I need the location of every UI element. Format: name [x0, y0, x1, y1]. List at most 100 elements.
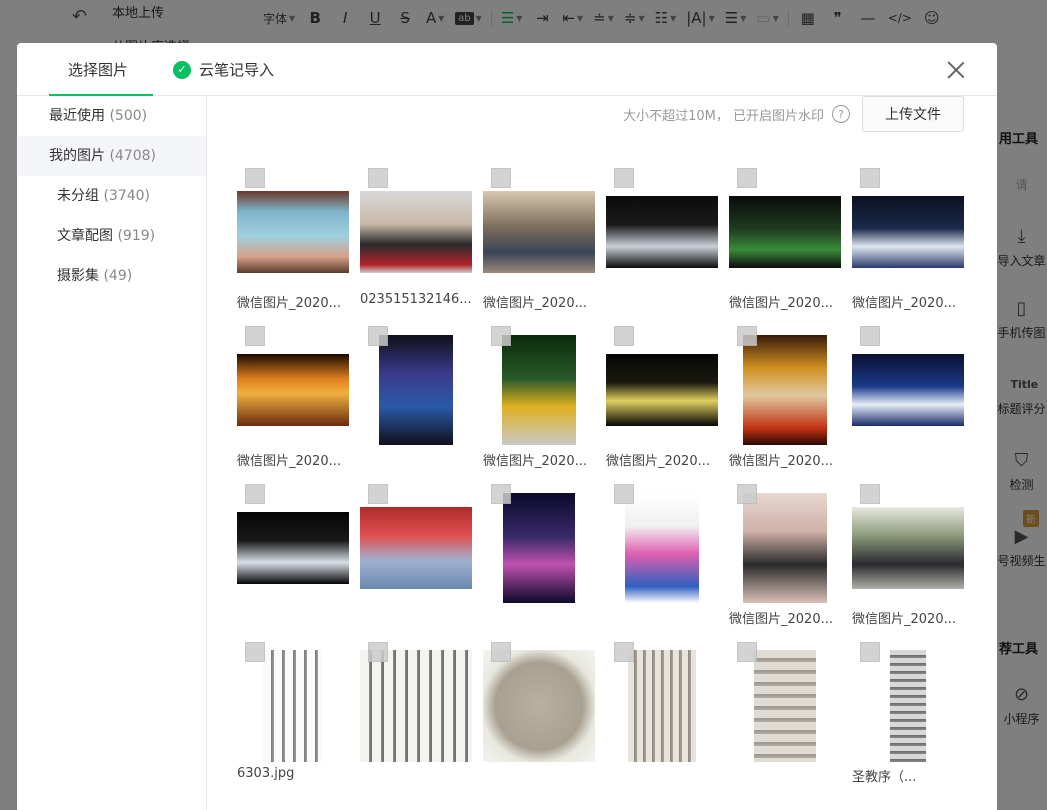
select-checkbox[interactable] — [737, 326, 757, 346]
image-card[interactable] — [237, 484, 349, 632]
select-checkbox[interactable] — [737, 168, 757, 188]
image-caption: 微信图片_2020... — [237, 454, 341, 469]
image-preview — [743, 493, 827, 603]
image-thumbnail[interactable] — [483, 492, 595, 604]
select-checkbox[interactable] — [614, 642, 634, 662]
image-card[interactable] — [360, 642, 472, 790]
image-caption: 微信图片_2020... — [237, 296, 341, 311]
image-card[interactable]: 微信图片_2020... — [237, 168, 349, 316]
select-checkbox[interactable] — [491, 484, 511, 504]
image-preview — [237, 354, 349, 426]
sidebar-item[interactable]: 最近使用 (500) — [17, 96, 206, 136]
image-thumbnail[interactable] — [729, 176, 841, 288]
image-card[interactable]: 微信图片_2020... — [729, 326, 841, 474]
image-thumbnail[interactable] — [360, 492, 472, 604]
image-preview — [360, 191, 472, 273]
image-thumbnail[interactable] — [483, 176, 595, 288]
select-checkbox[interactable] — [614, 484, 634, 504]
image-card[interactable] — [606, 484, 718, 632]
image-thumbnail[interactable] — [360, 176, 472, 288]
image-card[interactable] — [852, 326, 964, 474]
select-checkbox[interactable] — [491, 326, 511, 346]
image-preview — [852, 354, 964, 426]
image-card[interactable]: 微信图片_2020... — [729, 168, 841, 316]
image-card[interactable]: 微信图片_2020... — [237, 326, 349, 474]
image-preview — [263, 650, 323, 762]
select-checkbox[interactable] — [614, 326, 634, 346]
image-thumbnail[interactable] — [237, 334, 349, 446]
help-icon[interactable]: ? — [832, 105, 850, 123]
image-card[interactable] — [483, 642, 595, 790]
image-card[interactable] — [729, 642, 841, 790]
select-checkbox[interactable] — [368, 484, 388, 504]
image-preview — [754, 650, 816, 762]
image-card[interactable]: 微信图片_2020... — [852, 168, 964, 316]
select-checkbox[interactable] — [245, 168, 265, 188]
image-preview — [483, 191, 595, 273]
image-card[interactable] — [360, 326, 472, 474]
image-thumbnail[interactable] — [729, 492, 841, 604]
select-checkbox[interactable] — [368, 642, 388, 662]
select-checkbox[interactable] — [245, 484, 265, 504]
image-thumbnail[interactable] — [483, 650, 595, 762]
image-card[interactable]: 圣教序（... — [852, 642, 964, 790]
image-thumbnail[interactable] — [606, 650, 718, 762]
upload-file-button[interactable]: 上传文件 — [862, 96, 964, 132]
image-thumbnail[interactable] — [729, 650, 841, 762]
cloud-note-icon: ✓ — [173, 60, 191, 79]
image-preview — [890, 650, 926, 762]
sidebar-item[interactable]: 摄影集 (49) — [17, 256, 206, 296]
image-thumbnail[interactable] — [360, 334, 472, 446]
tab-cloud-note-import[interactable]: ✓ 云笔记导入 — [173, 43, 274, 96]
image-card[interactable]: 6303.jpg — [237, 642, 349, 790]
select-checkbox[interactable] — [368, 168, 388, 188]
select-checkbox[interactable] — [614, 168, 634, 188]
select-checkbox[interactable] — [860, 326, 880, 346]
sidebar-item[interactable]: 我的图片 (4708) — [17, 136, 206, 176]
sidebar-item-label: 文章配图 — [57, 228, 113, 244]
image-preview — [360, 650, 472, 762]
select-checkbox[interactable] — [860, 484, 880, 504]
image-thumbnail[interactable] — [606, 492, 718, 604]
image-thumbnail[interactable] — [729, 334, 841, 446]
select-checkbox[interactable] — [368, 326, 388, 346]
image-card[interactable] — [606, 168, 718, 316]
close-icon[interactable] — [945, 59, 967, 81]
select-checkbox[interactable] — [737, 642, 757, 662]
image-card[interactable]: 微信图片_2020... — [606, 326, 718, 474]
image-caption: 023515132146... — [360, 292, 472, 307]
tab-select-image[interactable]: 选择图片 — [68, 43, 128, 96]
select-checkbox[interactable] — [245, 326, 265, 346]
image-card[interactable] — [606, 642, 718, 790]
select-checkbox[interactable] — [860, 642, 880, 662]
album-sidebar: 最近使用 (500) 我的图片 (4708) 未分组 (3740) 文章配图 (919… — [17, 96, 207, 810]
image-thumbnail[interactable] — [237, 492, 349, 604]
select-checkbox[interactable] — [245, 642, 265, 662]
image-thumbnail[interactable] — [237, 650, 349, 762]
sidebar-item[interactable]: 文章配图 (919) — [17, 216, 206, 256]
image-preview — [606, 196, 718, 268]
image-caption: 微信图片_2020... — [483, 296, 587, 311]
image-thumbnail[interactable] — [606, 176, 718, 288]
sidebar-item-label: 我的图片 — [49, 148, 105, 164]
image-thumbnail[interactable] — [852, 492, 964, 604]
image-card[interactable]: 微信图片_2020... — [852, 484, 964, 632]
image-card[interactable] — [483, 484, 595, 632]
image-thumbnail[interactable] — [606, 334, 718, 446]
image-card[interactable]: 023515132146... — [360, 168, 472, 316]
image-card[interactable]: 微信图片_2020... — [483, 326, 595, 474]
image-thumbnail[interactable] — [852, 176, 964, 288]
image-thumbnail[interactable] — [852, 334, 964, 446]
image-card[interactable]: 微信图片_2020... — [729, 484, 841, 632]
image-thumbnail[interactable] — [237, 176, 349, 288]
image-thumbnail[interactable] — [360, 650, 472, 762]
select-checkbox[interactable] — [860, 168, 880, 188]
image-thumbnail[interactable] — [483, 334, 595, 446]
select-checkbox[interactable] — [737, 484, 757, 504]
sidebar-item[interactable]: 未分组 (3740) — [17, 176, 206, 216]
image-card[interactable] — [360, 484, 472, 632]
image-card[interactable]: 微信图片_2020... — [483, 168, 595, 316]
select-checkbox[interactable] — [491, 168, 511, 188]
select-checkbox[interactable] — [491, 642, 511, 662]
image-thumbnail[interactable] — [852, 650, 964, 762]
